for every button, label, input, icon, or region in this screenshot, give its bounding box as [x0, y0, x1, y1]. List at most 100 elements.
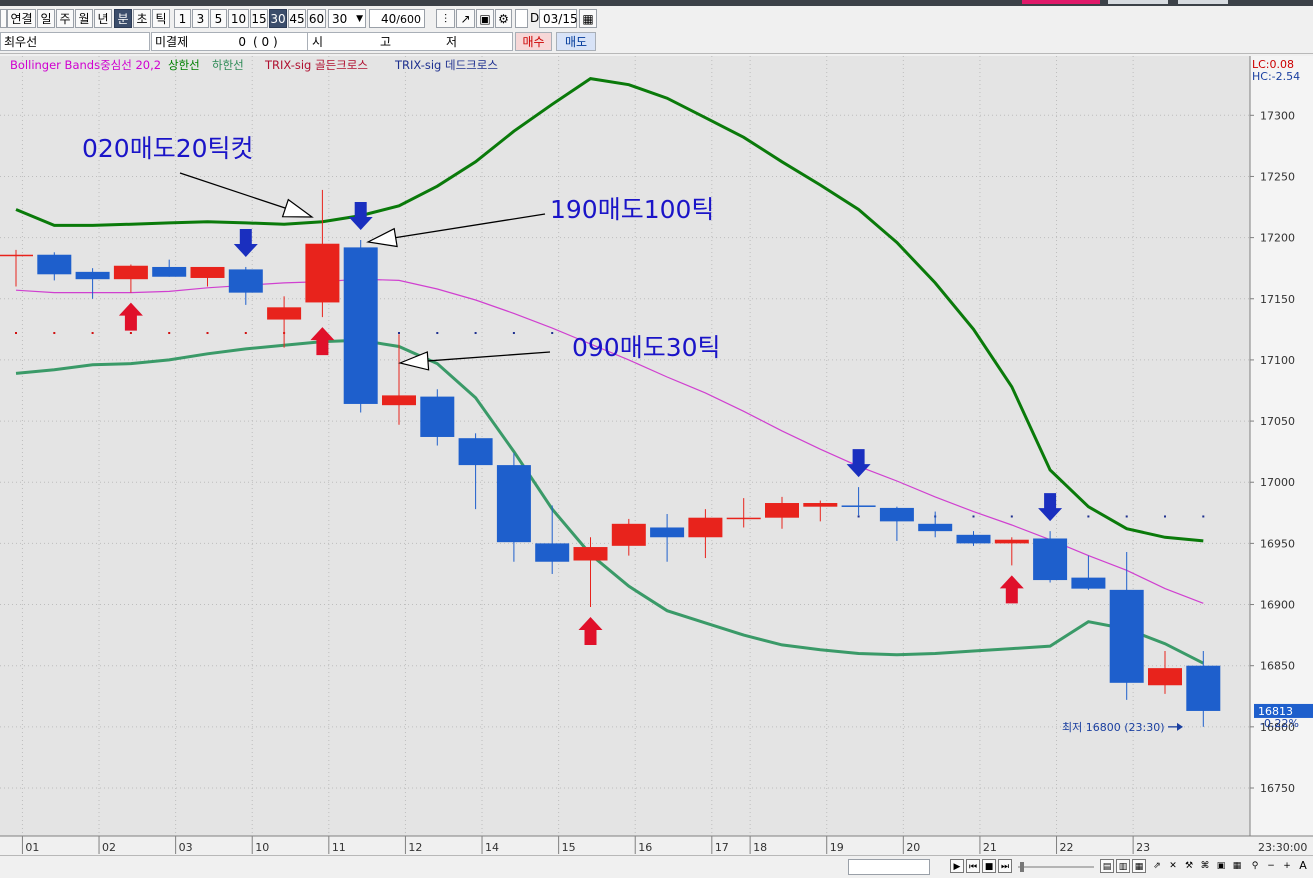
interval-15-button[interactable]: 15 [250, 9, 268, 28]
zoom-icon[interactable]: ⚲ [1248, 859, 1262, 873]
candle-body-down[interactable] [1109, 589, 1144, 683]
candle-type-icon[interactable]: ⫶ [436, 9, 455, 28]
legend-entry: Bollinger Bands중심선 20,2 [10, 58, 161, 72]
date-checkbox[interactable] [515, 9, 528, 28]
plus-icon[interactable]: + [1280, 859, 1294, 873]
interval-5-button[interactable]: 5 [210, 9, 227, 28]
candle-body-down[interactable] [1033, 538, 1068, 581]
y-tick-label: 17250 [1260, 170, 1295, 183]
candle-body-down[interactable] [918, 523, 953, 532]
candle-body-up[interactable] [382, 395, 416, 406]
interval-30-button[interactable]: 30 [269, 9, 287, 28]
candle-body-down[interactable] [879, 507, 914, 522]
x-tick-label: 17 [715, 841, 729, 854]
order-type-field[interactable]: 최우선 [0, 32, 150, 51]
period-day-button[interactable]: 일 [37, 9, 55, 28]
high-label: 고 [380, 35, 392, 49]
save-icon[interactable]: ▣ [476, 9, 494, 28]
candle-body-down[interactable] [152, 266, 187, 277]
trix-golden-dot [129, 332, 132, 335]
candle-body-down[interactable] [343, 247, 378, 404]
date-field[interactable]: 03/15 [539, 9, 578, 28]
interval-select[interactable]: 30 ▼ [328, 9, 366, 28]
layout-icon[interactable]: ▤ [1100, 859, 1114, 873]
candle-body-up[interactable] [305, 243, 340, 303]
cross-icon[interactable]: ✕ [1166, 859, 1180, 873]
legend-entry: 하한선 [212, 58, 244, 72]
unfilled-value: 0 [238, 35, 246, 49]
stop-icon[interactable]: ■ [982, 859, 996, 873]
candle-body-up[interactable] [611, 523, 646, 546]
candle-body-up[interactable] [688, 517, 723, 538]
candle-body-down[interactable] [650, 527, 685, 538]
candle-body-down[interactable] [228, 269, 263, 293]
candle-body-down[interactable] [75, 271, 110, 280]
bar-count-field[interactable]: 40/600 [369, 9, 425, 28]
magnet-icon[interactable]: ⌘ [1198, 859, 1212, 873]
minus-icon[interactable]: − [1264, 859, 1278, 873]
x-tick-label: 02 [102, 841, 116, 854]
candle-body-up[interactable] [573, 547, 608, 561]
calendar-icon[interactable]: ▦ [579, 9, 597, 28]
chart-scrollbar[interactable] [848, 859, 930, 875]
period-month-button[interactable]: 월 [75, 9, 93, 28]
trix-golden-dot [206, 332, 209, 335]
candle-body-up[interactable] [765, 503, 799, 518]
period-tick-button[interactable]: 틱 [152, 9, 170, 28]
interval-45-button[interactable]: 45 [288, 9, 306, 28]
window-tab-2 [1178, 0, 1228, 4]
period-minute-button[interactable]: 분 [114, 9, 132, 28]
buy-button[interactable]: 매수 [515, 32, 552, 51]
period-continuous-button[interactable]: 연결 [7, 9, 36, 28]
candle-body-up[interactable] [267, 307, 302, 320]
line-type-icon[interactable]: ↗ [456, 9, 475, 28]
gear-icon[interactable]: ⚙ [495, 9, 512, 28]
trix-golden-dot [53, 332, 56, 335]
interval-3-button[interactable]: 3 [192, 9, 209, 28]
candle-body-down[interactable] [1186, 665, 1221, 711]
candle-body-up[interactable] [113, 265, 148, 280]
x-tick-label: 18 [753, 841, 767, 854]
candle-body-up[interactable] [1148, 668, 1182, 686]
zoom-slider[interactable] [1016, 859, 1096, 873]
candle-body-down[interactable] [496, 465, 531, 543]
interval-1-button[interactable]: 1 [174, 9, 191, 28]
candle-body-down[interactable] [420, 396, 455, 437]
x-tick-label: 23 [1136, 841, 1150, 854]
candle-body-down[interactable] [956, 534, 991, 544]
trix-dead-dot [551, 332, 554, 335]
period-year-button[interactable]: 년 [94, 9, 112, 28]
candle-body-up[interactable] [0, 254, 33, 257]
trix-dead-dot [1125, 515, 1128, 518]
candlestick-chart[interactable]: 1675016800168501690016950170001705017100… [0, 54, 1313, 854]
trend-icon[interactable]: ⇗ [1150, 859, 1164, 873]
split-icon[interactable]: ▥ [1116, 859, 1130, 873]
tile-icon[interactable]: ▣ [1214, 859, 1228, 873]
period-second-button[interactable]: 초 [133, 9, 151, 28]
candle-body-down[interactable] [841, 505, 876, 507]
grid-icon[interactable]: ▦ [1230, 859, 1244, 873]
candle-body-up[interactable] [803, 503, 838, 507]
fast-forward-icon[interactable]: ⏭ [998, 859, 1012, 873]
candle-body-down[interactable] [458, 438, 493, 466]
interval-60-button[interactable]: 60 [307, 9, 326, 28]
candle-body-down[interactable] [535, 543, 570, 562]
period-week-button[interactable]: 주 [56, 9, 74, 28]
toolbar-edge [0, 9, 7, 28]
annotation-label: 190매도100틱 [550, 195, 714, 224]
tools-icon[interactable]: ⚒ [1182, 859, 1196, 873]
interval-10-button[interactable]: 10 [228, 9, 249, 28]
chart-area[interactable]: 16750 16800 16850 16900 16950 17000 17050 17100… [0, 54, 1313, 854]
window-icon[interactable]: ▦ [1132, 859, 1146, 873]
scroll-right-icon[interactable]: ▶ [950, 859, 964, 873]
candle-body-down[interactable] [37, 254, 72, 275]
x-tick-label: 19 [830, 841, 844, 854]
y-tick-label: 16850 [1260, 660, 1295, 673]
font-size-icon[interactable]: A [1296, 859, 1310, 873]
sell-button[interactable]: 매도 [556, 32, 596, 51]
candle-body-up[interactable] [726, 517, 761, 520]
candle-body-down[interactable] [1071, 577, 1106, 589]
candle-body-up[interactable] [190, 266, 225, 278]
candle-body-up[interactable] [994, 539, 1029, 544]
rewind-icon[interactable]: ⏮ [966, 859, 980, 873]
